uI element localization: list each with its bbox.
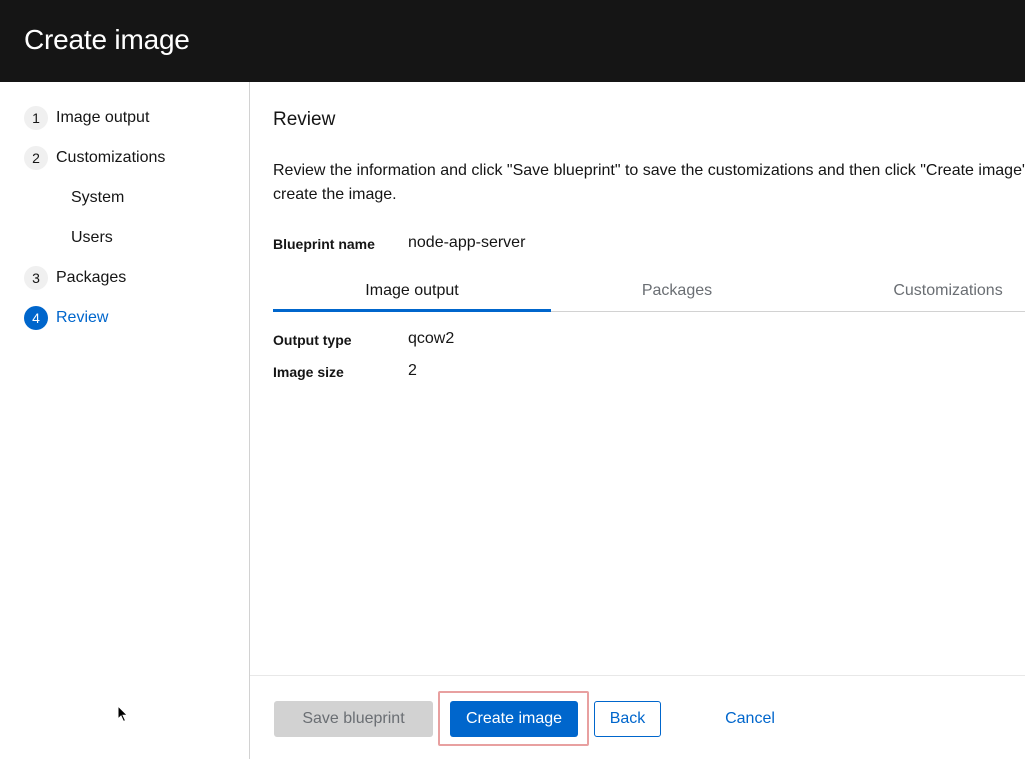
- nav-step-label: Packages: [56, 269, 127, 286]
- step-number: 4: [24, 306, 48, 330]
- review-heading: Review: [273, 109, 336, 130]
- wizard-footer: Save blueprint Create image Back Cancel: [250, 675, 1025, 759]
- page-header: Create image: [0, 0, 1025, 82]
- page-title: Create image: [24, 24, 190, 55]
- back-button[interactable]: Back: [594, 701, 661, 737]
- create-image-button[interactable]: Create image: [450, 701, 578, 737]
- step-number: 1: [24, 106, 48, 130]
- blueprint-name-value: node-app-server: [408, 234, 526, 251]
- blueprint-name-label: Blueprint name: [273, 236, 375, 252]
- review-panel: Review Review the information and click …: [250, 82, 1025, 675]
- nav-step-label: Review: [56, 309, 109, 326]
- tab-image-output[interactable]: Image output: [273, 278, 551, 312]
- tab-customizations[interactable]: Customizations: [833, 278, 1025, 312]
- output-type-label: Output type: [273, 332, 352, 348]
- mouse-cursor-icon: [117, 705, 129, 723]
- nav-step-image-output[interactable]: 1 Image output: [24, 106, 149, 130]
- tab-packages[interactable]: Packages: [551, 278, 803, 312]
- wizard-nav: 1 Image output 2 Customizations System U…: [0, 82, 250, 759]
- nav-sub-system[interactable]: System: [71, 186, 124, 210]
- review-tabs: Image output Packages Customizations: [273, 278, 1025, 312]
- output-type-value: qcow2: [408, 330, 455, 347]
- nav-step-review[interactable]: 4 Review: [24, 306, 108, 330]
- step-number: 3: [24, 266, 48, 290]
- nav-step-label: Customizations: [56, 149, 166, 166]
- nav-step-customizations[interactable]: 2 Customizations: [24, 146, 165, 170]
- nav-sub-users[interactable]: Users: [71, 226, 113, 250]
- review-description: Review the information and click "Save b…: [273, 162, 1025, 203]
- image-size-value: 2: [408, 362, 417, 379]
- image-size-label: Image size: [273, 364, 344, 380]
- cancel-button[interactable]: Cancel: [712, 701, 788, 737]
- step-number: 2: [24, 146, 48, 170]
- nav-step-label: Image output: [56, 109, 150, 126]
- nav-step-packages[interactable]: 3 Packages: [24, 266, 126, 290]
- save-blueprint-button[interactable]: Save blueprint: [274, 701, 433, 737]
